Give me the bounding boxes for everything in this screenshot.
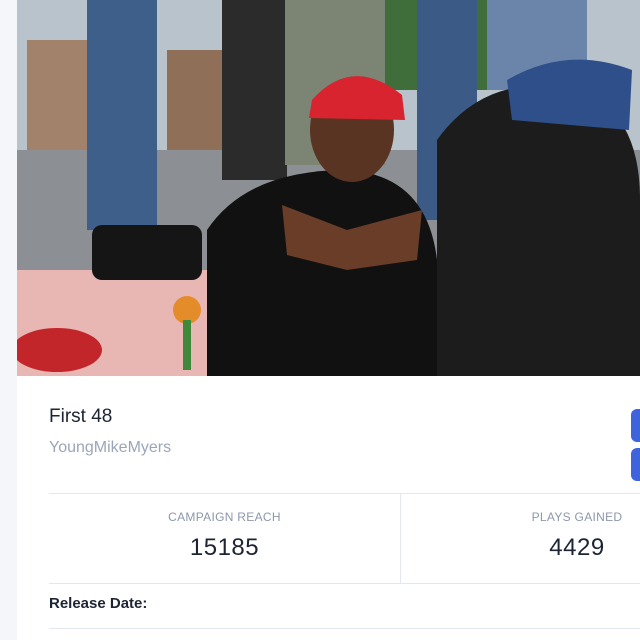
campaign-reach-stat: CAMPAIGN REACH 15185: [49, 494, 401, 583]
action-button[interactable]: [631, 409, 640, 442]
stat-label: CAMPAIGN REACH: [168, 510, 281, 524]
track-title: First 48: [49, 406, 113, 427]
artist-name[interactable]: YoungMikeMyers: [49, 439, 171, 457]
stat-label: PLAYS GAINED: [531, 510, 623, 524]
cover-photo: [17, 0, 640, 376]
plays-gained-stat: PLAYS GAINED 4429: [401, 494, 640, 583]
stats-panel: CAMPAIGN REACH 15185 PLAYS GAINED 4429: [49, 493, 640, 584]
divider: [49, 628, 640, 629]
track-card: First 48 YoungMikeMyers CAMPAIGN REACH 1…: [17, 0, 640, 640]
action-button[interactable]: [631, 448, 640, 481]
release-date-label: Release Date:: [49, 595, 148, 612]
stat-value: 15185: [189, 534, 260, 561]
stat-value: 4429: [549, 534, 605, 561]
